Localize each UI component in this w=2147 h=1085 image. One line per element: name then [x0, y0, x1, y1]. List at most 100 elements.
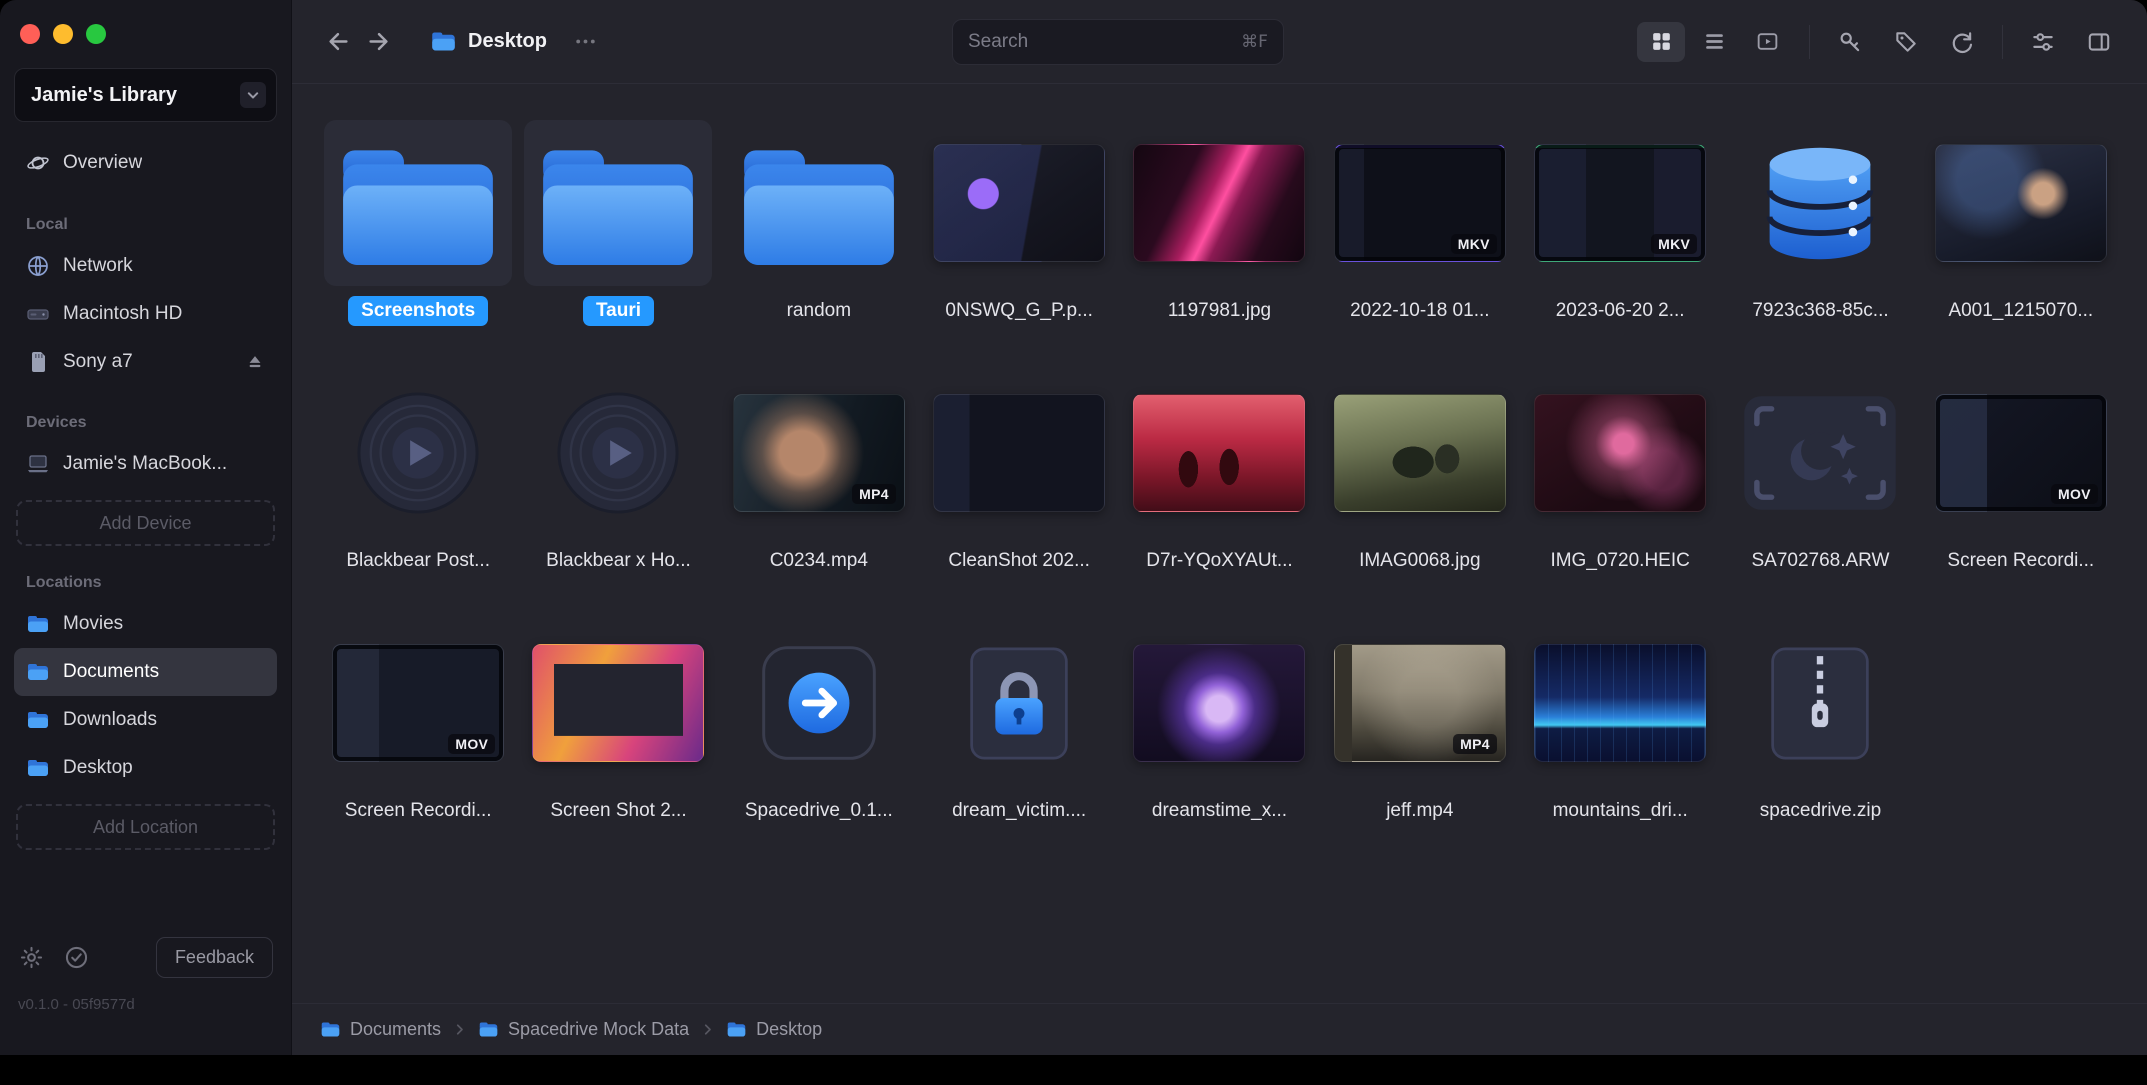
- app-install-icon: [760, 644, 878, 762]
- section-title: Locations: [26, 574, 265, 592]
- display-options-button[interactable]: [2021, 22, 2065, 62]
- gear-icon[interactable]: [18, 944, 45, 971]
- library-selector[interactable]: Jamie's Library: [14, 68, 277, 122]
- file-thumbnail-area: [1526, 620, 1714, 786]
- file-thumbnail-area: MKV: [1526, 120, 1714, 286]
- sidebar-item-jamie-s-macbook[interactable]: Jamie's MacBook...: [14, 440, 277, 488]
- file-item[interactable]: Tauri: [518, 120, 718, 326]
- file-name: 0NSWQ_G_P.p...: [932, 296, 1106, 326]
- image-thumbnail: [933, 394, 1105, 512]
- library-name: Jamie's Library: [31, 84, 232, 107]
- image-thumbnail: [532, 644, 704, 762]
- sidebar-item-downloads[interactable]: Downloads: [14, 696, 277, 744]
- folder-big-icon: [343, 141, 493, 265]
- file-item[interactable]: dream_victim....: [919, 620, 1119, 826]
- file-item[interactable]: Blackbear x Ho...: [518, 370, 718, 576]
- file-item[interactable]: Screen Shot 2...: [518, 620, 718, 826]
- file-name: A001_1215070...: [1935, 296, 2106, 326]
- file-item[interactable]: MKV2022-10-18 01...: [1320, 120, 1520, 326]
- sidebar-item-label: Sony a7: [63, 351, 133, 373]
- file-item[interactable]: Screenshots: [318, 120, 518, 326]
- version-label: v0.1.0 - 05f9577d: [18, 996, 273, 1013]
- breadcrumb-segment[interactable]: Desktop: [726, 1019, 822, 1040]
- search-input[interactable]: [968, 31, 1233, 53]
- file-item[interactable]: MP4jeff.mp4: [1320, 620, 1520, 826]
- lock-file-icon: [968, 645, 1070, 762]
- file-name: 7923c368-85c...: [1739, 296, 1901, 326]
- file-item[interactable]: IMG_0720.HEIC: [1520, 370, 1720, 576]
- sidebar-item-label: Macintosh HD: [63, 303, 182, 325]
- video-format-badge: MOV: [448, 734, 495, 754]
- media-view-button[interactable]: [1743, 22, 1791, 62]
- sidebar-item-desktop[interactable]: Desktop: [14, 744, 277, 792]
- video-format-badge: MP4: [1453, 734, 1497, 754]
- forward-button[interactable]: [358, 22, 398, 62]
- sidebar-item-macintosh-hd[interactable]: Macintosh HD: [14, 290, 277, 338]
- file-item[interactable]: MP4C0234.mp4: [719, 370, 919, 576]
- list-view-button[interactable]: [1690, 22, 1738, 62]
- file-item[interactable]: MOVScreen Recordi...: [318, 620, 518, 826]
- image-thumbnail: [1534, 644, 1706, 762]
- folder-small-icon: [26, 708, 50, 732]
- ellipsis-icon[interactable]: [572, 28, 599, 55]
- topbar: Desktop ⌘F: [292, 0, 2147, 84]
- main-area: Desktop ⌘F ScreenshotsTaurirandom 0NSWQ_G…: [292, 0, 2147, 1055]
- file-item[interactable]: random: [719, 120, 919, 326]
- sidebar-sections: LocalNetworkMacintosh HDSony a7DevicesJa…: [14, 188, 277, 850]
- file-item[interactable]: IMAG0068.jpg: [1320, 370, 1520, 576]
- breadcrumb-label: Documents: [350, 1019, 441, 1040]
- file-item[interactable]: 7923c368-85c...: [1720, 120, 1920, 326]
- file-item[interactable]: mountains_dri...: [1520, 620, 1720, 826]
- key-manager-button[interactable]: [1828, 22, 1872, 62]
- add-device-button[interactable]: Add Device: [16, 500, 275, 546]
- file-grid: ScreenshotsTaurirandom 0NSWQ_G_P.p... 1197…: [292, 84, 2147, 1003]
- folder-small-icon: [320, 1019, 341, 1040]
- vinyl-icon: [555, 390, 681, 516]
- file-name: dream_victim....: [939, 796, 1099, 826]
- sidebar-item-documents[interactable]: Documents: [14, 648, 277, 696]
- file-thumbnail-area: MP4: [725, 370, 913, 536]
- file-item[interactable]: SA702768.ARW: [1720, 370, 1920, 576]
- breadcrumb-segment[interactable]: Spacedrive Mock Data: [478, 1019, 689, 1040]
- folder-small-icon: [26, 612, 50, 636]
- toolbar-divider: [2002, 25, 2003, 59]
- file-item[interactable]: MOVScreen Recordi...: [1921, 370, 2121, 576]
- video-thumbnail: MKV: [1534, 144, 1706, 262]
- add-location-button[interactable]: Add Location: [16, 804, 275, 850]
- file-item[interactable]: D7r-YQoXYAUt...: [1119, 370, 1319, 576]
- feedback-button[interactable]: Feedback: [156, 937, 273, 978]
- minimize-button[interactable]: [53, 24, 73, 44]
- desktop-background: [0, 1055, 2147, 1085]
- sidebar-item-movies[interactable]: Movies: [14, 600, 277, 648]
- image-thumbnail: [1133, 144, 1305, 262]
- redo-button[interactable]: [1940, 22, 1984, 62]
- sidebar-item-label: Jamie's MacBook...: [63, 453, 227, 475]
- file-item[interactable]: 1197981.jpg: [1119, 120, 1319, 326]
- file-thumbnail-area: [524, 370, 712, 536]
- job-status-icon[interactable]: [63, 944, 90, 971]
- breadcrumb-segment[interactable]: Documents: [320, 1019, 441, 1040]
- inspector-toggle-button[interactable]: [2077, 22, 2121, 62]
- back-button[interactable]: [318, 22, 358, 62]
- file-thumbnail-area: [925, 370, 1113, 536]
- close-button[interactable]: [20, 24, 40, 44]
- sidebar-item-sony-a7[interactable]: Sony a7: [14, 338, 277, 386]
- chevron-right-icon: [451, 1021, 468, 1038]
- tag-button[interactable]: [1884, 22, 1928, 62]
- sidebar-item-overview[interactable]: Overview: [14, 138, 277, 188]
- grid-view-button[interactable]: [1637, 22, 1685, 62]
- file-item[interactable]: Blackbear Post...: [318, 370, 518, 576]
- file-item[interactable]: 0NSWQ_G_P.p...: [919, 120, 1119, 326]
- zoom-button[interactable]: [86, 24, 106, 44]
- sidebar-item-network[interactable]: Network: [14, 242, 277, 290]
- file-item[interactable]: dreamstime_x...: [1119, 620, 1319, 826]
- file-item[interactable]: A001_1215070...: [1921, 120, 2121, 326]
- search-box[interactable]: ⌘F: [952, 19, 1284, 65]
- file-item[interactable]: Spacedrive_0.1...: [719, 620, 919, 826]
- file-item[interactable]: CleanShot 202...: [919, 370, 1119, 576]
- file-name: Blackbear x Ho...: [533, 546, 704, 576]
- file-item[interactable]: spacedrive.zip: [1720, 620, 1920, 826]
- file-item[interactable]: MKV2023-06-20 2...: [1520, 120, 1720, 326]
- image-thumbnail: [1935, 144, 2107, 262]
- eject-icon[interactable]: [245, 352, 265, 372]
